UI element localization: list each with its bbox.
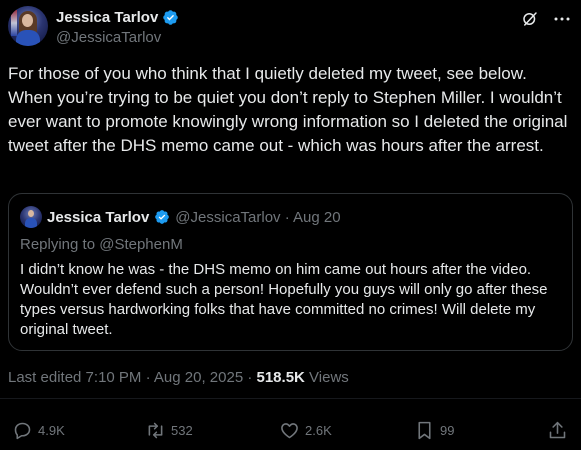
- author-avatar[interactable]: [8, 6, 48, 46]
- repost-count: 532: [171, 422, 193, 438]
- reply-icon: [14, 422, 31, 439]
- views-label: Views: [304, 369, 349, 386]
- grok-icon[interactable]: [521, 10, 539, 28]
- quoted-author-avatar: [20, 206, 42, 228]
- quoted-tweet-text: I didn’t know he was - the DHS memo on h…: [20, 261, 548, 338]
- quoted-tweet[interactable]: Jessica Tarlov @JessicaTarlov · Aug 20 R…: [8, 193, 573, 351]
- quoted-tweet-header: Jessica Tarlov @JessicaTarlov · Aug 20: [20, 206, 341, 228]
- more-icon[interactable]: [553, 10, 571, 28]
- reply-button[interactable]: 4.9K: [12, 418, 65, 442]
- author-name-row[interactable]: Jessica Tarlov: [56, 8, 179, 27]
- action-bar: 4.9K 532 2.6K 99: [0, 418, 581, 442]
- tweet-meta: Last edited 7:10 PM · Aug 20, 2025 · 518…: [8, 369, 349, 386]
- tweet-header: Jessica Tarlov @JessicaTarlov: [8, 6, 571, 50]
- replying-to: Replying to @StephenM: [20, 236, 183, 253]
- bookmark-button[interactable]: 99: [414, 418, 454, 442]
- verified-badge-icon: [155, 210, 170, 224]
- tweet-text: For those of you who think that I quietl…: [8, 64, 568, 155]
- repost-button[interactable]: 532: [145, 418, 193, 442]
- top-actions: [521, 10, 571, 28]
- author-display-name[interactable]: Jessica Tarlov: [56, 8, 158, 27]
- quoted-author-name: Jessica Tarlov: [47, 208, 150, 226]
- repost-icon: [148, 422, 163, 438]
- bookmark-icon: [418, 421, 431, 439]
- edited-timestamp[interactable]: Last edited 7:10 PM · Aug 20, 2025 ·: [8, 369, 257, 386]
- views-count: 518.5K: [256, 369, 305, 386]
- verified-badge-icon: [163, 10, 179, 25]
- reply-count: 4.9K: [38, 422, 65, 438]
- like-count: 2.6K: [305, 422, 332, 438]
- author-info: Jessica Tarlov @JessicaTarlov: [56, 8, 179, 47]
- like-button[interactable]: 2.6K: [279, 418, 332, 442]
- author-handle[interactable]: @JessicaTarlov: [56, 28, 179, 47]
- share-button[interactable]: [547, 418, 568, 442]
- divider: [0, 398, 581, 399]
- share-icon: [549, 421, 566, 438]
- quoted-handle-date: @JessicaTarlov · Aug 20: [175, 208, 341, 226]
- bookmark-count: 99: [440, 422, 455, 438]
- heart-icon: [281, 422, 298, 438]
